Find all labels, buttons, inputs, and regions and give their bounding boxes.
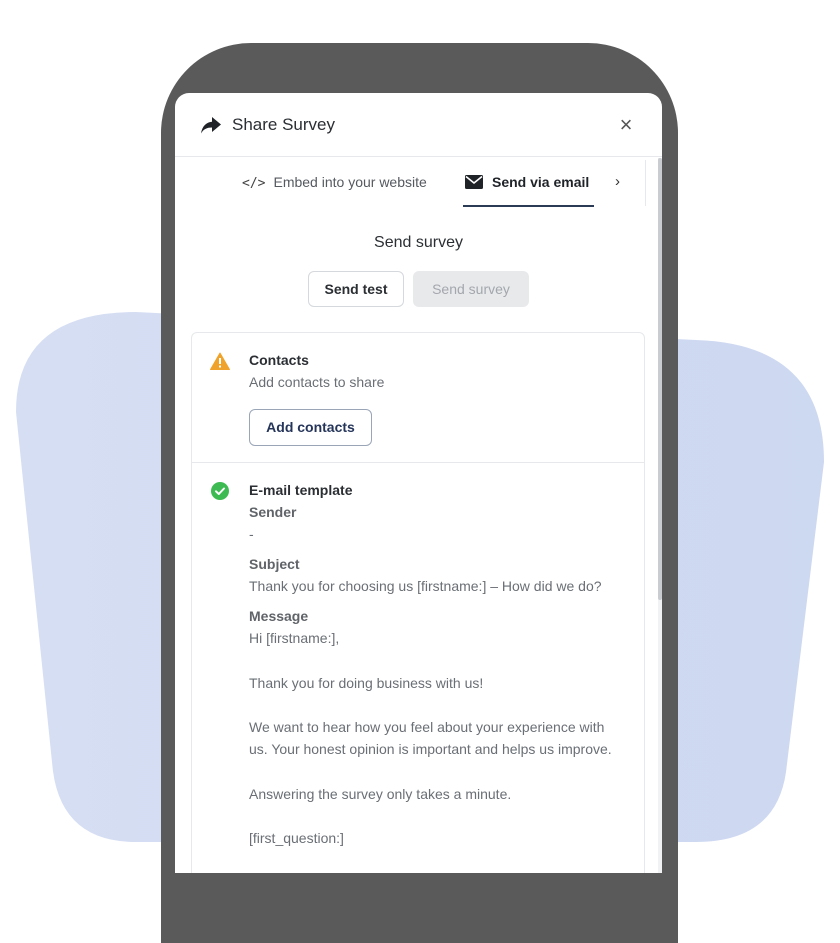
dialog-title: Share Survey <box>232 115 335 134</box>
sender-label: Sender <box>249 504 297 520</box>
message-line: us. Your honest opinion is important and… <box>249 741 612 757</box>
tab-email-label: Send via email <box>492 174 590 190</box>
message-line: We want to hear how you feel about your … <box>249 719 605 735</box>
contacts-title: Contacts <box>249 352 309 368</box>
active-tab-indicator <box>463 205 594 207</box>
email-template-title: E-mail template <box>249 482 353 498</box>
subject-value: Thank you for choosing us [firstname:] –… <box>249 578 602 594</box>
message-label: Message <box>249 608 309 624</box>
sender-value: - <box>249 526 254 542</box>
message-line: Answering the survey only takes a minute… <box>249 786 512 802</box>
tab-embed-website[interactable]: </> Embed into your website <box>242 174 427 191</box>
message-line: Hi [firstname:], <box>249 630 340 646</box>
send-test-button[interactable]: Send test <box>308 271 404 307</box>
add-contacts-button[interactable]: Add contacts <box>249 409 372 446</box>
card-divider <box>191 462 645 463</box>
close-icon[interactable]: × <box>615 114 637 136</box>
tab-embed-label: Embed into your website <box>273 174 427 190</box>
check-circle-icon <box>211 482 229 500</box>
message-line: Thank you for doing business with us! <box>249 675 484 691</box>
share-arrow-icon <box>201 117 221 134</box>
send-survey-heading: Send survey <box>374 234 463 251</box>
send-survey-button[interactable]: Send survey <box>413 271 529 307</box>
message-line: [first_question:] <box>249 830 344 846</box>
share-survey-dialog: Share Survey × </> Embed into your websit… <box>175 93 662 873</box>
contacts-subtitle: Add contacts to share <box>249 374 385 390</box>
dialog-header: Share Survey × <box>175 93 662 157</box>
chevron-right-icon[interactable]: › <box>615 173 620 190</box>
envelope-icon <box>465 175 483 189</box>
code-icon: </> <box>242 176 266 191</box>
tab-bar: </> Embed into your website Send via emai… <box>175 158 645 208</box>
tab-send-via-email[interactable]: Send via email <box>465 174 589 190</box>
tab-divider <box>645 160 646 206</box>
warning-icon <box>210 352 230 370</box>
subject-label: Subject <box>249 556 300 572</box>
scrollbar-thumb[interactable] <box>658 158 662 600</box>
